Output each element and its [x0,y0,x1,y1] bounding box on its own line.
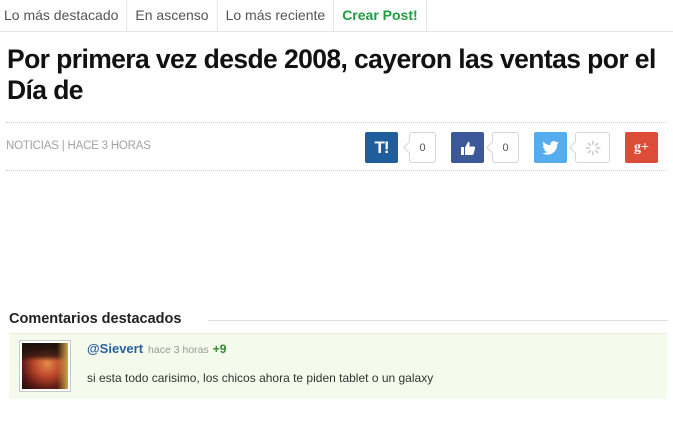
section-divider [208,320,668,321]
like-count: 0 [492,132,519,163]
twitter-count-loading [575,132,610,163]
comment-item: @Sievert hace 3 horas +9 si esta todo ca… [9,333,667,399]
comment-header: @Sievert hace 3 horas +9 [87,341,226,356]
taringa-share-button[interactable]: T! [365,132,398,163]
comment-username[interactable]: @Sievert [87,341,143,356]
article-meta: NOTICIAS | HACE 3 HORAS [6,140,151,152]
divider-bottom [6,170,666,171]
like-button[interactable] [451,132,484,163]
create-post-link[interactable]: Crear Post! [334,0,427,31]
divider-top [6,122,666,123]
article-title: Por primera vez desde 2008, cayeron las … [7,44,656,105]
featured-comments-title: Comentarios destacados [9,311,182,327]
comment-time: hace 3 horas [148,344,209,356]
google-plus-icon: g+ [634,139,649,155]
comment-text: si esta todo carisimo, los chicos ahora … [87,371,434,385]
tab-reciente[interactable]: Lo más reciente [218,0,335,31]
taringa-share-count: 0 [409,132,436,163]
top-navigation: Lo más destacado En ascenso Lo más recie… [0,0,673,32]
loading-spinner-icon [585,140,600,155]
avatar[interactable] [19,340,71,392]
twitter-bird-icon [542,140,559,155]
taringa-t-icon: T! [374,137,389,157]
twitter-share-button[interactable] [534,132,567,163]
google-plus-share-button[interactable]: g+ [625,132,658,163]
comment-score: +9 [212,342,227,356]
avatar-image [22,343,68,389]
thumbs-up-icon [460,141,475,155]
tab-destacado[interactable]: Lo más destacado [0,0,128,31]
tab-en-ascenso[interactable]: En ascenso [127,0,218,31]
